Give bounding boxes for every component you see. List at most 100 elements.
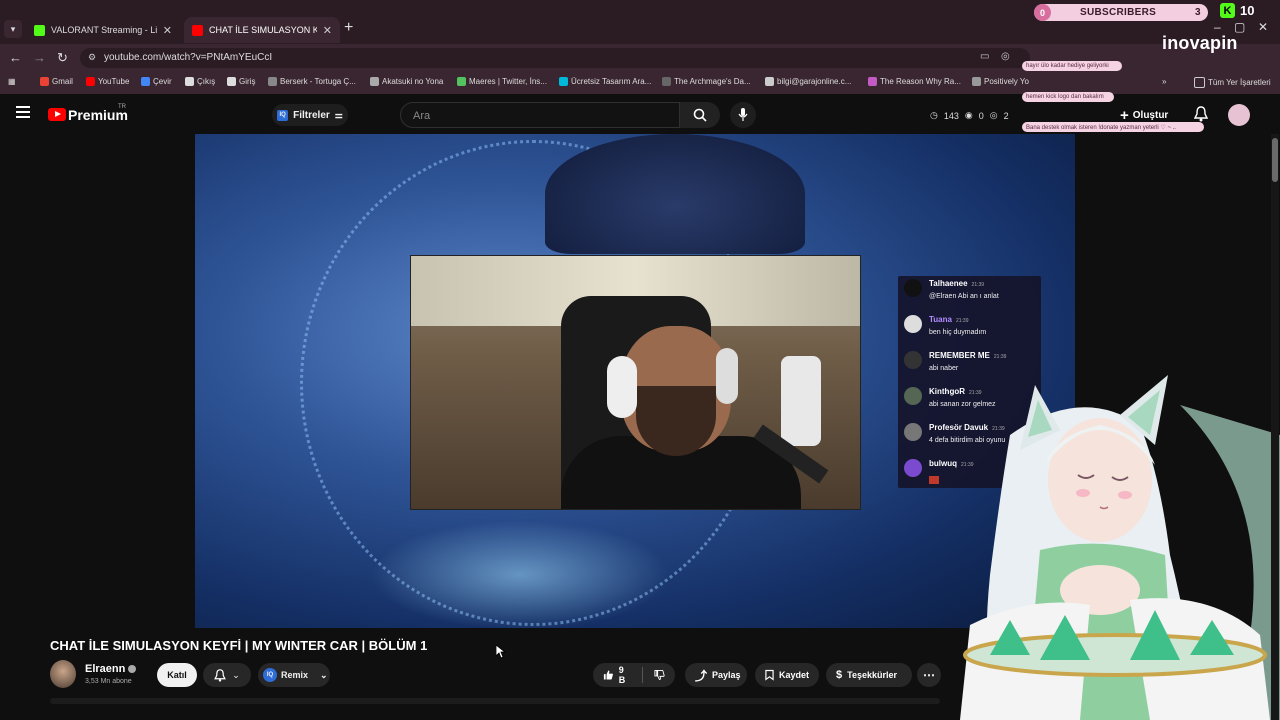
chat-avatar	[904, 315, 922, 333]
chat-username: Tuana	[929, 315, 952, 324]
chevron-down-icon: ⌄	[232, 669, 240, 680]
bookmark-cikis[interactable]: Çıkış	[185, 77, 215, 86]
bookmark-reason[interactable]: The Reason Why Ra...	[868, 77, 961, 86]
save-button[interactable]: Kaydet	[755, 663, 819, 687]
scrollbar-thumb[interactable]	[1272, 138, 1278, 182]
close-tab-icon[interactable]: ✕	[163, 24, 172, 37]
gmail-icon	[40, 77, 49, 86]
bookmark-youtube[interactable]: YouTube	[86, 77, 129, 86]
chat-text: abi naber	[929, 365, 959, 372]
subscriber-goal-count: 3	[1195, 7, 1201, 18]
site-info-icon[interactable]: ⚙	[88, 52, 96, 63]
share-icon: ⤴	[695, 668, 708, 683]
back-icon[interactable]: ←	[9, 50, 22, 65]
streamer-webcam	[410, 255, 861, 510]
bookmark-archmage[interactable]: The Archmage's Da...	[662, 77, 751, 86]
save-label: Kaydet	[778, 670, 809, 680]
forward-icon[interactable]: →	[33, 50, 46, 65]
chat-avatar	[904, 279, 922, 297]
new-tab-button[interactable]: +	[344, 19, 353, 37]
bookmarks-overflow[interactable]: »	[1162, 77, 1166, 86]
sliders-icon: ⚌	[334, 109, 343, 120]
bookmark-positively[interactable]: Positively Yo	[972, 77, 1029, 86]
chat-avatar	[904, 351, 922, 369]
chat-username: Talhaenee	[929, 279, 968, 288]
tab-title: VALORANT Streaming - Live Str	[51, 25, 157, 35]
bookmark-maeres[interactable]: Maeres | Twitter, İns...	[457, 77, 547, 86]
description-box[interactable]	[50, 698, 940, 704]
thanks-button[interactable]: $ Teşekkürler	[826, 663, 912, 687]
share-button[interactable]: ⤴ Paylaş	[685, 663, 747, 687]
page-icon	[972, 77, 981, 86]
like-dislike-group: 9 B	[593, 663, 675, 687]
close-window-button[interactable]: ✕	[1258, 20, 1268, 34]
super-thanks-icon: $	[836, 669, 843, 681]
ship-icon	[268, 77, 277, 86]
remix-button[interactable]: IQ Remix ⌄	[258, 663, 330, 687]
minimize-button[interactable]: –	[1214, 20, 1221, 34]
tab-search-button[interactable]: ▾	[4, 20, 22, 38]
plus-icon: +	[1120, 106, 1129, 124]
voice-search-button[interactable]	[730, 102, 756, 128]
like-button[interactable]: 9 B	[603, 665, 631, 685]
browser-tab-youtube[interactable]: CHAT İLE SIMULASYON KEYFİ | ✕	[184, 17, 340, 43]
thanks-label: Teşekkürler	[847, 670, 897, 680]
install-app-icon[interactable]: ▭	[980, 51, 989, 62]
chat-avatar	[904, 423, 922, 441]
inovapin-logo: inovapin	[1162, 33, 1238, 53]
reload-icon[interactable]: ↻	[57, 50, 68, 66]
channel-avatar[interactable]	[50, 660, 76, 688]
more-actions-button[interactable]: ⋯	[917, 663, 941, 687]
user-avatar[interactable]	[1228, 104, 1250, 126]
search-icon	[693, 108, 707, 122]
filters-button[interactable]: IQ Filtreler ⚌	[272, 104, 348, 126]
bookmark-giris[interactable]: Giriş	[227, 77, 255, 86]
browser-tab-valorant[interactable]: VALORANT Streaming - Live Str ✕	[26, 17, 180, 43]
stat-c: 2	[1003, 110, 1009, 121]
channel-name[interactable]: Elraenn	[85, 663, 137, 675]
youtube-logo-icon[interactable]	[48, 108, 66, 121]
thumbs-down-icon[interactable]	[654, 669, 665, 681]
bell-icon	[214, 668, 227, 682]
extension-icon: IQ	[277, 109, 289, 121]
microphone-icon	[738, 108, 748, 121]
search-input[interactable]	[411, 103, 655, 129]
page-scrollbar[interactable]	[1271, 134, 1279, 720]
design-icon	[559, 77, 568, 86]
mouse-cursor-icon	[495, 644, 507, 662]
page-icon	[185, 77, 194, 86]
bookmark-berserk[interactable]: Berserk - Tortuga Ç...	[268, 77, 356, 86]
search-box	[400, 102, 680, 129]
maximize-button[interactable]: ▢	[1234, 20, 1245, 34]
country-code: TR	[118, 104, 126, 110]
bookmark-cevir[interactable]: Çevir	[141, 77, 172, 86]
remix-label: Remix	[281, 670, 309, 680]
share-label: Paylaş	[712, 670, 741, 680]
menu-icon[interactable]	[16, 106, 30, 121]
background-character	[545, 134, 805, 254]
bookmark-ucretsiz[interactable]: Ücretsiz Tasarım Ara...	[559, 77, 651, 86]
bookmark-bilgi[interactable]: bilgi@garajonline.c...	[765, 77, 851, 86]
join-button[interactable]: Katıl	[157, 663, 197, 687]
chat-avatar	[904, 387, 922, 405]
all-bookmarks[interactable]: Tüm Yer İşaretleri	[1194, 77, 1271, 88]
subscriber-start-badge: 0	[1034, 4, 1051, 21]
extension-icon: IQ	[263, 668, 277, 682]
bookmark-akatsuki[interactable]: Akatsuki no Yona	[370, 77, 443, 86]
close-tab-icon[interactable]: ✕	[323, 24, 332, 37]
chat-avatar	[904, 459, 922, 477]
bookmark-icon	[765, 669, 774, 681]
search-button[interactable]	[680, 102, 720, 128]
subscription-bell-button[interactable]: ⌄	[203, 663, 251, 687]
chat-username: REMEMBER ME	[929, 351, 990, 360]
folder-icon	[1194, 77, 1205, 88]
chat-time: 21:39	[993, 354, 1007, 360]
apps-grid-icon[interactable]: ▦	[8, 77, 16, 86]
channel-name-text: Elraenn	[85, 663, 126, 675]
overlay-chat-message: hemen kick logo dan bakalım	[1022, 92, 1114, 102]
url-text[interactable]: youtube.com/watch?v=PNtAmYEuCcI	[104, 52, 272, 63]
hide-icon[interactable]: ◎	[1001, 51, 1010, 62]
notifications-icon[interactable]	[1194, 106, 1208, 122]
bookmark-gmail[interactable]: Gmail	[40, 77, 73, 86]
kick-favicon-icon	[34, 24, 45, 36]
